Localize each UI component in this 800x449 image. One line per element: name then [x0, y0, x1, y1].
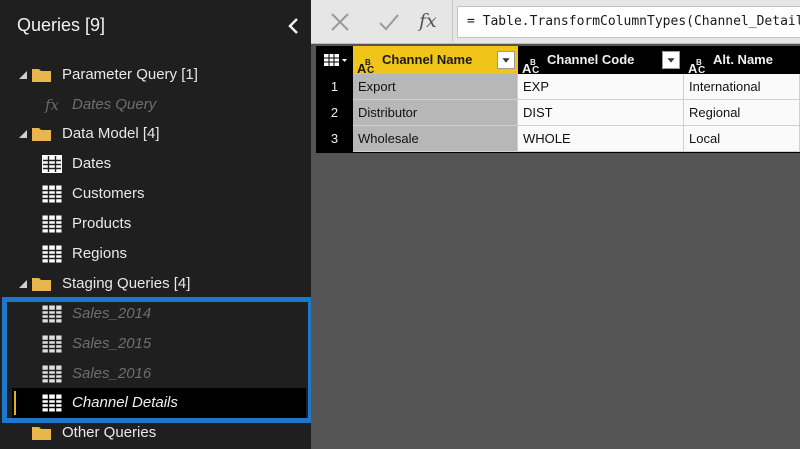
query-item-label: Products: [72, 215, 132, 232]
table-cell[interactable]: DIST: [518, 100, 684, 126]
formula-divider: [452, 0, 453, 44]
text-type-abc-icon[interactable]: ABC: [357, 49, 379, 76]
folder-other-queries[interactable]: Other Queries: [0, 418, 310, 448]
filter-dropdown-icon[interactable]: [662, 51, 680, 69]
queries-pane-header: Queries [9]: [0, 0, 310, 52]
column-header-channel-name[interactable]: ABC Channel Name: [353, 46, 518, 76]
table-cell[interactable]: Local: [684, 126, 800, 152]
row-number[interactable]: 3: [316, 126, 353, 152]
folder-label: Other Queries: [62, 424, 157, 441]
column-header-alt-name[interactable]: ABC Alt. Name: [684, 46, 800, 76]
query-item-label: Sales_2016: [72, 365, 152, 382]
formula-bar: fx = Table.TransformColumnTypes(Channel_…: [311, 0, 800, 44]
table-icon: [42, 215, 62, 233]
column-header-channel-code[interactable]: ABC Channel Code: [518, 46, 684, 76]
query-item-regions[interactable]: Regions: [0, 239, 310, 269]
query-item-label: Regions: [72, 245, 128, 262]
folder-icon: [32, 278, 51, 291]
folder-label: Parameter Query [1]: [62, 66, 198, 83]
table-icon: [42, 305, 62, 323]
column-header-label: Alt. Name: [713, 52, 773, 67]
table-cell[interactable]: International: [684, 74, 800, 100]
folder-icon: [32, 69, 51, 82]
folder-data-model[interactable]: Data Model [4]: [0, 119, 310, 149]
text-type-abc-icon[interactable]: ABC: [522, 49, 544, 76]
folder-parameter-query[interactable]: Parameter Query [1]: [0, 60, 310, 90]
text-type-abc-icon[interactable]: ABC: [688, 49, 710, 76]
query-item-products[interactable]: Products: [0, 209, 310, 239]
query-item-sales-2014[interactable]: Sales_2014: [0, 299, 310, 329]
commit-check-icon[interactable]: [377, 10, 401, 34]
row-number[interactable]: 1: [316, 74, 353, 100]
folder-label: Staging Queries [4]: [62, 275, 191, 292]
query-item-label: Channel Details: [72, 394, 178, 411]
folder-label: Data Model [4]: [62, 125, 160, 142]
table-cell[interactable]: Regional: [684, 100, 800, 126]
queries-pane: Queries [9] Parameter Query [1] fx Dates…: [0, 0, 313, 449]
filter-dropdown-icon[interactable]: [497, 51, 515, 69]
table-icon: [42, 155, 62, 173]
folder-icon: [32, 427, 51, 440]
table-cell[interactable]: WHOLE: [518, 126, 684, 152]
table-icon: [42, 245, 62, 263]
query-item-channel-details[interactable]: Channel Details: [12, 388, 306, 418]
query-item-dates[interactable]: Dates: [0, 149, 310, 179]
queries-pane-title: Queries [9]: [17, 15, 106, 35]
query-item-sales-2015[interactable]: Sales_2015: [0, 329, 310, 359]
expand-triangle-icon[interactable]: [19, 280, 28, 289]
table-cell[interactable]: Export: [353, 74, 518, 100]
query-item-label: Dates: [72, 155, 112, 172]
row-number[interactable]: 2: [316, 100, 353, 126]
collapse-pane-chevron-icon[interactable]: [283, 14, 305, 38]
folder-staging-queries[interactable]: Staging Queries [4]: [0, 269, 310, 299]
query-item-label: Dates Query: [72, 96, 157, 113]
data-grid: ABC Channel Name ABC Channel Code ABC Al…: [316, 46, 800, 153]
query-item-sales-2016[interactable]: Sales_2016: [0, 359, 310, 389]
column-header-label: Channel Code: [547, 52, 635, 67]
query-item-label: Sales_2014: [72, 305, 152, 322]
table-cell[interactable]: Wholesale: [353, 126, 518, 152]
expand-triangle-icon[interactable]: [19, 130, 28, 139]
expand-triangle-icon[interactable]: [19, 71, 28, 80]
query-editor: fx = Table.TransformColumnTypes(Channel_…: [311, 0, 800, 449]
query-item-label: Customers: [72, 185, 145, 202]
table-cell[interactable]: Distributor: [353, 100, 518, 126]
table-menu-icon[interactable]: [316, 46, 353, 74]
column-header-label: Channel Name: [382, 52, 473, 67]
folder-icon: [32, 128, 51, 141]
selection-indicator: [14, 391, 16, 415]
table-icon: [42, 365, 62, 383]
table-icon: [42, 394, 62, 412]
formula-input[interactable]: = Table.TransformColumnTypes(Channel_Det…: [457, 6, 800, 38]
query-item-customers[interactable]: Customers: [0, 179, 310, 209]
function-fx-icon: fx: [45, 96, 60, 114]
query-item-label: Sales_2015: [72, 335, 152, 352]
insert-function-fx-icon[interactable]: fx: [419, 6, 441, 36]
table-icon: [42, 185, 62, 203]
table-icon: [42, 335, 62, 353]
cancel-x-icon[interactable]: [328, 10, 352, 34]
query-item-dates-query[interactable]: fx Dates Query: [0, 90, 310, 120]
table-cell[interactable]: EXP: [518, 74, 684, 100]
